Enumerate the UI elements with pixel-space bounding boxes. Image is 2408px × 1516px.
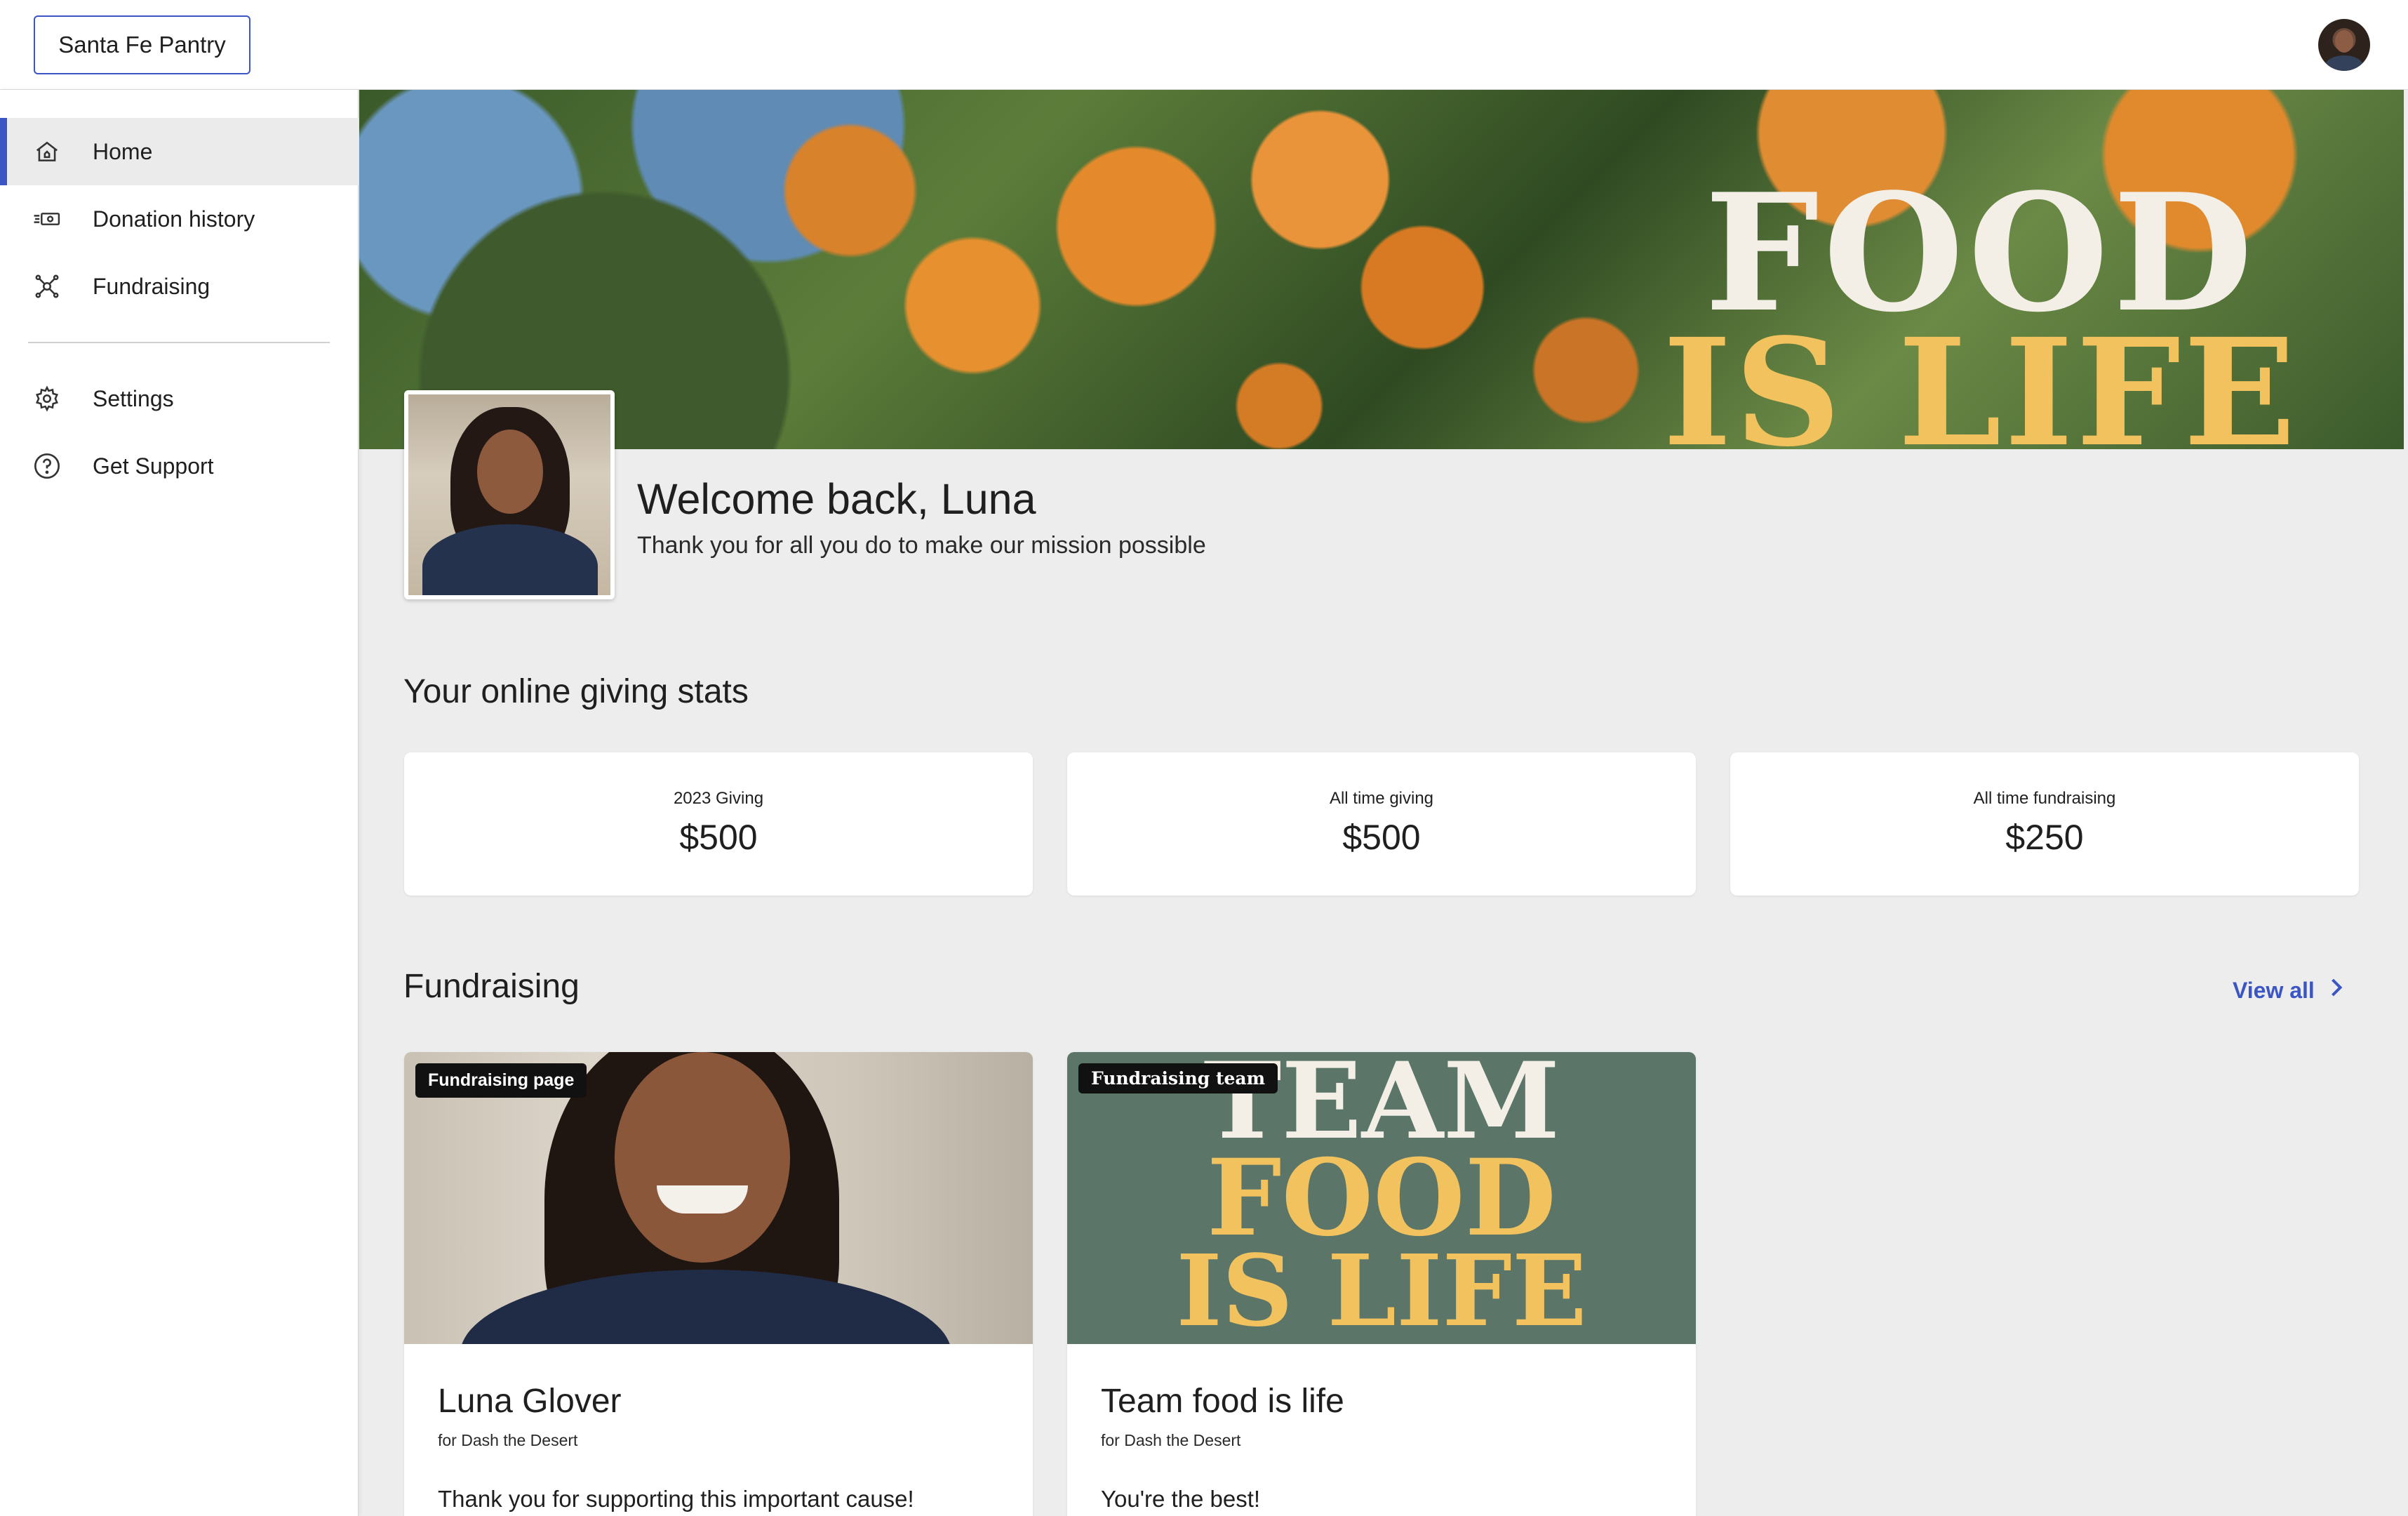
sidebar-item-label: Settings (93, 385, 174, 411)
sidebar-item-donation-history[interactable]: Donation history (0, 185, 359, 253)
banner-line-1: FOOD (1704, 159, 2257, 348)
photo-body (422, 524, 598, 595)
fundraising-type-badge: Fundraising page (415, 1063, 587, 1098)
sidebar-item-label: Get Support (93, 453, 214, 479)
photo-body (460, 1270, 951, 1344)
fundraising-card-title: Luna Glover (438, 1383, 622, 1420)
top-bar: Santa Fe Pantry (0, 0, 2408, 90)
banner-line-2: IS LIFE (1662, 306, 2299, 450)
help-icon (32, 451, 62, 481)
stat-label: 2023 Giving (673, 789, 764, 808)
fundraising-card-message: Thank you for supporting this important … (438, 1486, 914, 1512)
sidebar-item-label: Fundraising (93, 273, 210, 299)
stat-value: $500 (1342, 818, 1421, 857)
fundraising-card-image: TEAM FOOD IS LIFE Fundraising team (1067, 1052, 1696, 1344)
cash-icon (32, 204, 62, 234)
team-image-line-3: IS LIFE (1176, 1233, 1587, 1344)
photo-face (615, 1052, 790, 1263)
sidebar-item-label: Home (93, 138, 153, 164)
fundraising-card-subtitle: for Dash the Desert (438, 1431, 578, 1449)
team-image-line-2: FOOD (1207, 1136, 1556, 1260)
stat-label: All time fundraising (1973, 789, 2116, 808)
hero-banner: FOOD IS LIFE (359, 90, 2404, 449)
fundraising-card-image: Fundraising page (404, 1052, 1033, 1344)
fundraising-icon (32, 272, 62, 301)
stats-section-title: Your online giving stats (403, 673, 749, 710)
view-all-label: View all (2233, 977, 2315, 1003)
sidebar-item-fundraising[interactable]: Fundraising (0, 253, 359, 320)
profile-photo (404, 390, 615, 599)
fundraising-card-title: Team food is life (1101, 1383, 1344, 1420)
sidebar-item-settings[interactable]: Settings (0, 365, 359, 432)
stat-value: $500 (679, 818, 758, 857)
fundraising-card-subtitle: for Dash the Desert (1101, 1431, 1241, 1449)
gear-icon (32, 384, 62, 413)
user-avatar[interactable] (2318, 19, 2370, 71)
fundraising-card-page[interactable]: Fundraising page Luna Glover for Dash th… (404, 1052, 1033, 1516)
avatar-shirt (2325, 55, 2363, 71)
fundraising-card-message: You're the best! (1101, 1486, 1261, 1512)
view-all-link[interactable]: View all (2233, 977, 2344, 1004)
avatar-face (2335, 30, 2353, 53)
photo-smile (657, 1185, 748, 1214)
fundraising-card-team[interactable]: TEAM FOOD IS LIFE Fundraising team Team … (1067, 1052, 1696, 1516)
fundraising-type-badge: Fundraising team (1078, 1063, 1278, 1093)
welcome-subtitle: Thank you for all you do to make our mis… (637, 532, 1206, 559)
sidebar-item-label: Donation history (93, 206, 255, 232)
sidebar: Home Donation history Fundraising Settin… (0, 90, 359, 1516)
home-icon (32, 137, 62, 166)
stat-card-all-time-fundraising: All time fundraising $250 (1730, 752, 2359, 896)
fundraising-section-title: Fundraising (403, 968, 580, 1005)
banner-slogan: FOOD IS LIFE (1662, 159, 2299, 450)
sidebar-item-get-support[interactable]: Get Support (0, 432, 359, 500)
org-switcher-button[interactable]: Santa Fe Pantry (34, 15, 250, 74)
photo-face (477, 430, 543, 514)
stat-value: $250 (2005, 818, 2084, 857)
stat-label: All time giving (1329, 789, 1434, 808)
sidebar-item-home[interactable]: Home (0, 118, 359, 185)
chevron-right-icon (2329, 977, 2344, 1004)
stat-card-all-time-giving: All time giving $500 (1067, 752, 1696, 896)
sidebar-divider (28, 342, 330, 343)
stat-card-2023-giving: 2023 Giving $500 (404, 752, 1033, 896)
welcome-title: Welcome back, Luna (637, 475, 1036, 523)
